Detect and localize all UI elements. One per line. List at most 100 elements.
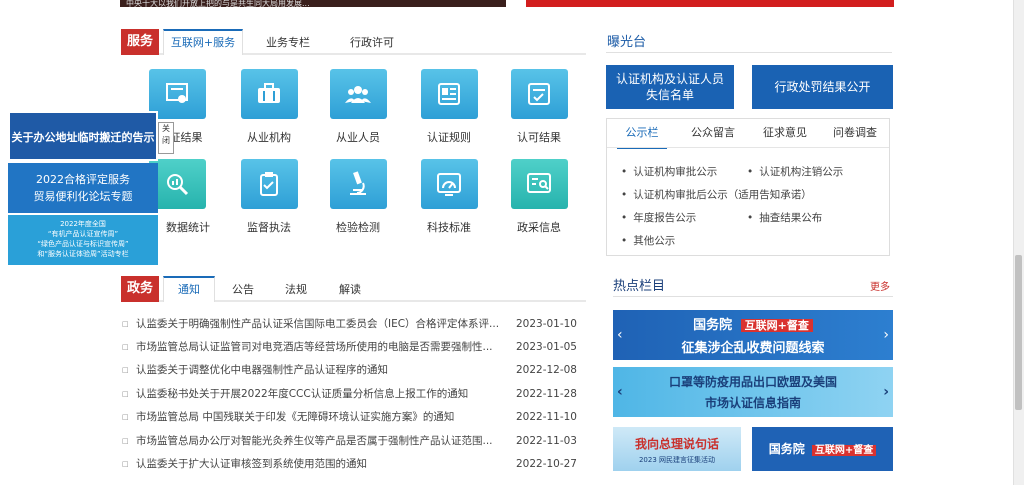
notice-link[interactable]: 其他公示 <box>621 233 675 248</box>
relocation-notice-ad[interactable]: 关于办公地址临时搬迁的告示 <box>8 111 158 161</box>
service-item-label: 科技标准 <box>427 221 471 234</box>
service-item-rules[interactable]: 认证规则 <box>414 69 484 145</box>
banner-tag: 互联网+督查 <box>811 445 877 456</box>
conformity-forum-ad[interactable]: 2022合格评定服务 贸易便利化论坛专题 <box>8 163 158 213</box>
service-item-tech-standard[interactable]: 科技标准 <box>414 159 484 235</box>
notice-link[interactable]: 认证机构审批公示 <box>621 164 717 179</box>
service-item-label: 从业人员 <box>336 131 380 144</box>
news-date: 2022-10-27 <box>515 458 577 470</box>
hot-banner-supervision-small[interactable]: 国务院 互联网+督查 <box>752 427 893 471</box>
banner-line: 市场认证信息指南 <box>704 396 801 410</box>
news-date: 2022-11-10 <box>515 411 577 423</box>
tab-survey[interactable]: 问卷调查 <box>825 119 885 147</box>
dishonest-list-button[interactable]: 认证机构及认证人员 失信名单 <box>606 65 734 109</box>
ad-line: 2022合格评定服务 <box>36 173 130 186</box>
banner-text: 国务院 <box>768 442 805 456</box>
banner-headline: 国务院 互联网+督查 <box>613 314 893 333</box>
bullet-icon: □ <box>122 320 129 328</box>
ad-line: “绿色产品认证与标识宣传周” <box>37 240 129 248</box>
microscope-icon <box>329 159 387 209</box>
bullet-icon: □ <box>122 460 129 468</box>
top-news-banner[interactable]: 中央十大以我们开放上把的与是共生同大局用发展... <box>120 0 506 7</box>
tab-divider <box>607 147 889 148</box>
exposure-title: 曝光台 <box>607 35 647 50</box>
service-item-agency[interactable]: 从业机构 <box>234 69 304 145</box>
people-icon <box>329 69 387 119</box>
arrow-right-icon[interactable]: › <box>883 384 889 400</box>
tab-notice-board[interactable]: 公示栏 <box>617 119 667 149</box>
tab-business-column[interactable]: 业务专栏 <box>253 29 323 55</box>
tab-notice[interactable]: 通知 <box>163 276 215 302</box>
bullet-icon: □ <box>122 343 129 351</box>
page-scrollbar[interactable] <box>1013 0 1024 485</box>
tab-opinion[interactable]: 征求意见 <box>755 119 815 147</box>
notice-link[interactable]: 抽查结果公布 <box>747 210 822 225</box>
certification-week-ad[interactable]: 2022年度全国 “有机产品认证宣传周” “绿色产品认证与标识宣传周” 和“服务… <box>8 215 158 265</box>
news-row[interactable]: □ 市场监管总局 中国残联关于印发《无障碍环境认证实施方案》的通知 2022-11-… <box>122 406 577 428</box>
tab-admin-license[interactable]: 行政许可 <box>337 29 407 55</box>
banner-text: 我向总理说句话 <box>634 437 719 451</box>
news-title[interactable]: 认监委关于扩大认证审核签到系统使用范围的通知 <box>136 453 506 475</box>
service-item-inspection[interactable]: 检验检测 <box>323 159 393 235</box>
tab-public-message[interactable]: 公众留言 <box>683 119 743 147</box>
news-title[interactable]: 认监委关于明确强制性产品认证采信国际电工委员会（IEC）合格评定体系评... <box>136 313 506 335</box>
notice-link[interactable]: 认证机构审批后公示（适用告知承诺） <box>621 187 812 202</box>
close-ads-button[interactable]: 关 闭 <box>158 122 174 154</box>
arrow-left-icon[interactable]: ‹ <box>617 327 623 343</box>
arrow-left-icon[interactable]: ‹ <box>617 384 623 400</box>
hot-banner-mask-export[interactable]: ‹ 口罩等防疫用品出口欧盟及美国 市场认证信息指南 › <box>613 367 893 417</box>
news-row[interactable]: □ 认监委秘书处关于开展2022年度CCC认证质量分析信息上报工作的通知 2022-… <box>122 383 577 405</box>
policy-section: 政务 通知 公告 法规 解读 <box>121 276 586 302</box>
news-date: 2022-12-08 <box>515 364 577 376</box>
service-item-label: 监督执法 <box>247 221 291 234</box>
search-list-icon <box>510 159 568 209</box>
tab-announcement[interactable]: 公告 <box>223 276 263 302</box>
banner-subtext: 2023 网民建言征集活动 <box>638 456 716 464</box>
arrow-right-icon[interactable]: › <box>883 327 889 343</box>
notice-link[interactable]: 年度报告公示 <box>621 210 696 225</box>
service-item-accreditation[interactable]: 认可结果 <box>504 69 574 145</box>
news-row[interactable]: □ 认监委关于明确强制性产品认证采信国际电工委员会（IEC）合格评定体系评... 2… <box>122 313 577 335</box>
news-row[interactable]: □ 认监委关于扩大认证审核签到系统使用范围的通知 2022-10-27 <box>122 453 577 475</box>
banner-subline: 征集涉企乱收费问题线索 <box>681 341 825 356</box>
service-item-label: 认可结果 <box>517 131 561 144</box>
service-item-enforcement[interactable]: 监督执法 <box>234 159 304 235</box>
service-item-label: 检验检测 <box>336 221 380 234</box>
news-title[interactable]: 市场监管总局办公厅对智能光灸养生仪等产品是否属于强制性产品认证范围... <box>136 430 506 452</box>
briefcase-icon <box>240 69 298 119</box>
checklist-icon <box>510 69 568 119</box>
tab-internet-service[interactable]: 互联网+服务 <box>163 29 243 55</box>
tab-regulations[interactable]: 法规 <box>276 276 316 302</box>
close-label: 闭 <box>162 136 170 145</box>
clipboard-icon <box>240 159 298 209</box>
notice-link[interactable]: 认证机构注销公示 <box>747 164 843 179</box>
news-row[interactable]: □ 市场监管总局认证监管司对电竞酒店等经营场所使用的电脑是否需要强制性... 202… <box>122 336 577 358</box>
news-row[interactable]: □ 认监委关于调整优化中电器强制性产品认证程序的通知 2022-12-08 <box>122 359 577 381</box>
scrollbar-thumb[interactable] <box>1015 255 1022 410</box>
more-link[interactable]: 更多 <box>870 278 890 293</box>
news-title[interactable]: 市场监管总局认证监管司对电竞酒店等经营场所使用的电脑是否需要强制性... <box>136 336 506 358</box>
news-title[interactable]: 认监委关于调整优化中电器强制性产品认证程序的通知 <box>136 359 506 381</box>
hot-banner-supervision[interactable]: ‹ 国务院 互联网+督查 征集涉企乱收费问题线索 › <box>613 310 893 360</box>
hot-banner-premier[interactable]: 我向总理说句话 2023 网民建言征集活动 <box>613 427 741 471</box>
news-title[interactable]: 认监委秘书处关于开展2022年度CCC认证质量分析信息上报工作的通知 <box>136 383 506 405</box>
banner-line: 口罩等防疫用品出口欧盟及美国 <box>668 375 837 389</box>
news-title[interactable]: 市场监管总局 中国残联关于印发《无障碍环境认证实施方案》的通知 <box>136 406 506 428</box>
button-line: 认证机构及认证人员 <box>615 72 724 86</box>
notice-board: 公示栏 公众留言 征求意见 问卷调查 认证机构审批公示 认证机构注销公示 认证机… <box>606 118 890 256</box>
bullet-icon: □ <box>122 413 129 421</box>
service-item-label: 认证规则 <box>427 131 471 144</box>
service-item-procurement[interactable]: 政采信息 <box>504 159 574 235</box>
service-item-staff[interactable]: 从业人员 <box>323 69 393 145</box>
exposure-underline <box>606 52 892 53</box>
penalty-results-button[interactable]: 行政处罚结果公开 <box>752 65 893 109</box>
tab-interpretation[interactable]: 解读 <box>330 276 370 302</box>
service-item-label: 政采信息 <box>517 221 561 234</box>
banner-tag: 互联网+督查 <box>740 319 813 332</box>
news-row[interactable]: □ 市场监管总局办公厅对智能光灸养生仪等产品是否属于强制性产品认证范围... 202… <box>122 430 577 452</box>
ad-line: “有机产品认证宣传周” <box>47 230 119 238</box>
close-label: 关 <box>162 124 170 133</box>
top-red-banner[interactable] <box>526 0 894 7</box>
policy-header: 政务 通知 公告 法规 解读 <box>121 276 586 302</box>
button-line: 失信名单 <box>645 88 694 102</box>
